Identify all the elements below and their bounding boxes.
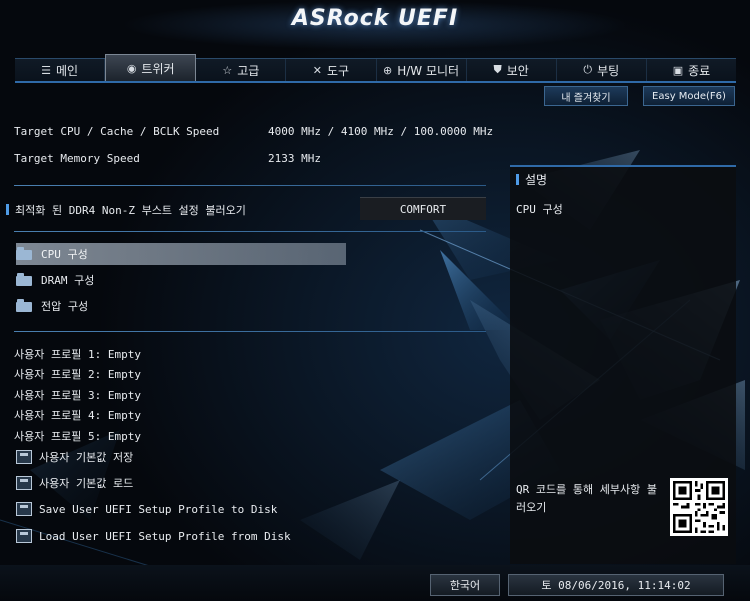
ddr4-boost-setting[interactable]: 최적화 된 DDR4 Non-Z 부스트 설정 불러오기: [6, 202, 246, 218]
tab-tweaker[interactable]: ◉ 트위커: [105, 54, 197, 81]
tab-exit[interactable]: ▣ 종료: [647, 59, 736, 81]
ddr4-boost-label: 최적화 된 DDR4 Non-Z 부스트 설정 불러오기: [15, 204, 246, 217]
description-title-text: 설명: [525, 173, 548, 187]
load-user-default-label: 사용자 기본값 로드: [39, 477, 134, 490]
divider: [14, 231, 486, 232]
menu-dram-config[interactable]: DRAM 구성: [16, 269, 94, 291]
target-memory-label: Target Memory Speed: [14, 152, 140, 165]
star-icon: ☆: [222, 63, 233, 77]
item-marker-icon: [516, 174, 519, 185]
menu-dram-config-label: DRAM 구성: [41, 274, 95, 287]
language-button[interactable]: 한국어: [430, 574, 500, 596]
easy-mode-button[interactable]: Easy Mode(F6): [643, 86, 735, 106]
tweaker-icon: ◉: [126, 61, 137, 75]
tab-label: 고급: [237, 63, 260, 78]
user-profile-1[interactable]: 사용자 프로필 1: Empty: [14, 346, 141, 362]
monitor-icon: ⊕: [383, 63, 393, 77]
tab-label: 부팅: [597, 63, 620, 78]
save-profile-to-disk-button[interactable]: Save User UEFI Setup Profile to Disk: [16, 498, 277, 520]
load-profile-from-disk-button[interactable]: Load User UEFI Setup Profile from Disk: [16, 525, 291, 547]
target-cpu-label: Target CPU / Cache / BCLK Speed: [14, 125, 220, 138]
save-profile-to-disk-label: Save User UEFI Setup Profile to Disk: [39, 502, 278, 516]
item-marker-icon: [6, 204, 9, 215]
user-profile-2[interactable]: 사용자 프로필 2: Empty: [14, 366, 141, 382]
divider: [14, 185, 486, 186]
save-icon: [16, 450, 32, 464]
save-user-default-label: 사용자 기본값 저장: [39, 451, 134, 464]
load-icon: [16, 476, 32, 490]
favorites-button[interactable]: 내 즐겨찾기: [544, 86, 628, 106]
tab-star[interactable]: ☆ 고급: [196, 59, 287, 81]
menu-cpu-config-label: CPU 구성: [41, 248, 88, 261]
folder-icon: [16, 299, 34, 313]
brand-logo: ASRock UEFI: [291, 6, 459, 31]
target-memory-value: 2133 MHz: [268, 152, 321, 165]
disk-save-icon: [16, 502, 32, 516]
load-user-default-button[interactable]: 사용자 기본값 로드: [16, 472, 133, 494]
disk-load-icon: [16, 529, 32, 543]
description-text: CPU 구성: [516, 203, 563, 216]
tab-label: 보안: [506, 63, 529, 78]
qr-code-icon: [670, 478, 728, 536]
exit-icon: ▣: [672, 63, 684, 77]
ddr4-boost-value[interactable]: COMFORT: [360, 197, 486, 220]
list-icon: ☰: [41, 63, 51, 77]
datetime-display: 토 08/06/2016, 11:14:02: [508, 574, 724, 596]
tab-list[interactable]: ☰ 메인: [15, 59, 106, 81]
target-cpu-value: 4000 MHz / 4100 MHz / 100.0000 MHz: [268, 125, 494, 138]
menu-voltage-config-label: 전압 구성: [41, 300, 89, 313]
tab-shield[interactable]: ⛊ 보안: [467, 59, 557, 81]
divider: [14, 331, 486, 332]
shield-icon: ⛊: [493, 63, 502, 76]
tab-label: H/W 모니터: [397, 63, 460, 78]
load-profile-from-disk-label: Load User UEFI Setup Profile from Disk: [39, 529, 291, 543]
tab-label: 메인: [55, 63, 79, 78]
qr-description: QR 코드를 통해 세부사항 불러오기: [516, 483, 657, 514]
tools-icon: ✕: [312, 63, 322, 77]
power-icon: ⏻: [583, 63, 593, 76]
user-profile-4[interactable]: 사용자 프로필 4: Empty: [14, 407, 141, 423]
folder-icon: [16, 273, 34, 287]
menu-voltage-config[interactable]: 전압 구성: [16, 295, 88, 317]
description-title: 설명: [516, 171, 547, 188]
user-profile-3[interactable]: 사용자 프로필 3: Empty: [14, 387, 141, 403]
main-tab-bar: ☰ 메인 ◉ 트위커 ☆ 고급 ✕ 도구 ⊕ H/W 모니터 ⛊ 보안 ⏻ 부팅 ▣ 종료: [15, 54, 736, 83]
tab-tools[interactable]: ✕ 도구: [286, 59, 377, 81]
user-profile-5[interactable]: 사용자 프로필 5: Empty: [14, 428, 141, 444]
tab-label: 트위커: [141, 61, 175, 76]
tab-label: 종료: [688, 63, 711, 78]
tab-label: 도구: [327, 63, 350, 78]
save-user-default-button[interactable]: 사용자 기본값 저장: [16, 446, 133, 468]
folder-icon: [16, 247, 34, 261]
tab-power[interactable]: ⏻ 부팅: [557, 59, 647, 81]
tab-monitor[interactable]: ⊕ H/W 모니터: [377, 59, 467, 81]
menu-cpu-config[interactable]: CPU 구성: [16, 243, 346, 265]
